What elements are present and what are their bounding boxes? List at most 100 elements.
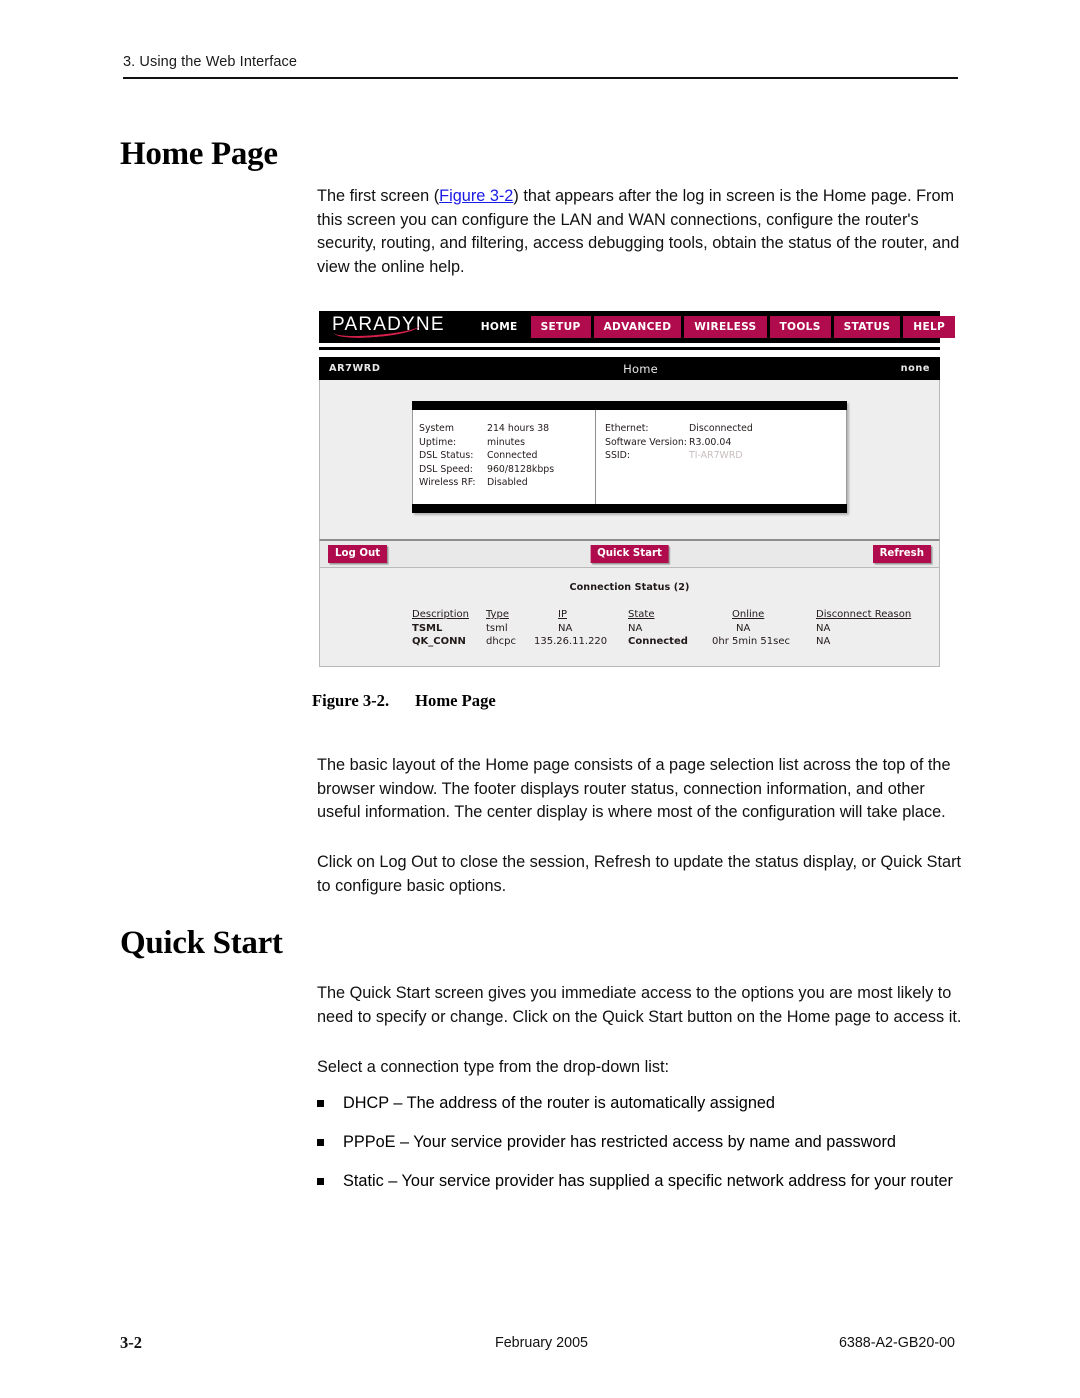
navigation-bar: PARADYNE HOME SETUP ADVANCED WIRELESS TO… xyxy=(319,311,956,343)
status-value: Disabled xyxy=(487,477,528,489)
status-row-ssid: SSID: TI-AR7WRD xyxy=(605,449,838,463)
status-value: 960/8128kbps xyxy=(487,463,555,475)
status-label: Ethernet: xyxy=(605,423,649,434)
nav-item-tools[interactable]: TOOLS xyxy=(769,315,831,338)
cell-description: QK_CONN xyxy=(412,635,466,647)
home-page-intro-paragraph: The first screen (Figure 3-2) that appea… xyxy=(317,185,965,296)
column-header-description: Description xyxy=(412,608,469,620)
main-content-area: System Uptime: 214 hours 38 minutes DSL … xyxy=(319,380,940,539)
table-row: QK_CONN dhcpc 135.26.11.220 Connected 0h… xyxy=(412,635,911,648)
status-row-software-version: Software Version: R3.00.04 xyxy=(605,436,838,450)
sub-header-bar: AR7WRD Home none xyxy=(319,357,940,380)
status-label: SSID: xyxy=(605,450,631,462)
status-panel-inner: System Uptime: 214 hours 38 minutes DSL … xyxy=(412,410,847,504)
home-page-layout-paragraph: The basic layout of the Home page consis… xyxy=(317,754,965,842)
status-label: Wireless RF: xyxy=(419,477,476,489)
status-value: 214 hours 38 minutes xyxy=(487,423,550,448)
paragraph-text-pre: The first screen ( xyxy=(317,187,440,205)
spacer xyxy=(319,350,940,357)
status-value: Disconnected xyxy=(689,423,753,434)
nav-item-setup[interactable]: SETUP xyxy=(530,315,591,338)
status-row-ethernet: Ethernet: Disconnected xyxy=(605,422,838,436)
running-header-text: 3. Using the Web Interface xyxy=(123,54,298,70)
nav-item-home[interactable]: HOME xyxy=(471,316,528,338)
list-item-label: PPPoE – Your service provider has restri… xyxy=(343,1133,896,1151)
quick-start-intro-paragraph: The Quick Start screen gives you immedia… xyxy=(317,982,965,1046)
cell-disconnect-reason: NA xyxy=(816,622,831,634)
cell-type: tsml xyxy=(486,622,508,634)
column-header-disconnect-reason: Disconnect Reason xyxy=(816,608,912,620)
list-item: Static – Your service provider has suppl… xyxy=(317,1170,977,1194)
page-title-quick-start: Quick Start xyxy=(120,925,283,961)
connection-status-section: Connection Status (2) Description Type I… xyxy=(319,567,940,667)
current-page-label: Home xyxy=(623,361,658,376)
status-value: R3.00.04 xyxy=(689,436,732,448)
nav-item-help[interactable]: HELP xyxy=(903,315,956,338)
status-column-right: Ethernet: Disconnected Software Version:… xyxy=(596,410,846,504)
status-label: Software Version: xyxy=(605,436,687,448)
status-row-dsl-status: DSL Status: Connected xyxy=(419,449,587,463)
log-out-button[interactable]: Log Out xyxy=(328,544,388,563)
paradyne-logo: PARADYNE xyxy=(328,314,449,340)
paragraph: Select a connection type from the drop-d… xyxy=(317,1058,670,1076)
column-header-state: State xyxy=(628,608,655,620)
status-row-dsl-speed: DSL Speed: 960/8128kbps xyxy=(419,463,587,477)
cell-state: Connected xyxy=(628,635,688,647)
cell-disconnect-reason: NA xyxy=(816,635,831,647)
figure-caption: Figure 3-2. Home Page xyxy=(312,691,496,711)
cell-online: NA xyxy=(736,622,751,634)
status-row-system-uptime: System Uptime: 214 hours 38 minutes xyxy=(419,422,587,449)
cell-ip: 135.26.11.220 xyxy=(534,635,608,647)
status-column-left: System Uptime: 214 hours 38 minutes DSL … xyxy=(413,410,596,504)
nav-item-wireless[interactable]: WIRELESS xyxy=(684,315,767,338)
cell-type: dhcpc xyxy=(486,635,517,647)
bullet-square-icon xyxy=(317,1139,324,1146)
footer-page-number: 3-2 xyxy=(120,1333,142,1352)
status-label: System Uptime: xyxy=(419,423,457,448)
paragraph: The first screen (Figure 3-2) that appea… xyxy=(317,185,965,279)
status-label: DSL Status: xyxy=(419,450,474,462)
cell-ip: NA xyxy=(558,622,573,634)
status-row-wireless-rf: Wireless RF: Disabled xyxy=(419,476,587,490)
footer-document-number: 6388-A2-GB20-00 xyxy=(838,1335,955,1351)
footer-date: February 2005 xyxy=(495,1335,588,1351)
page-title-home-page: Home Page xyxy=(120,136,278,172)
quick-start-button[interactable]: Quick Start xyxy=(590,544,669,563)
connection-status-title: Connection Status (2) xyxy=(569,581,690,593)
cell-state: NA xyxy=(628,622,643,634)
paradyne-logo-text: PARADYNE xyxy=(332,314,445,335)
nav-item-status[interactable]: STATUS xyxy=(833,315,901,338)
column-header-ip: IP xyxy=(558,608,567,620)
status-label: DSL Speed: xyxy=(419,463,473,475)
figure-cross-reference-link[interactable]: Figure 3-2 xyxy=(439,187,513,205)
running-header: 3. Using the Web Interface xyxy=(123,54,958,79)
list-item-label: Static – Your service provider has suppl… xyxy=(343,1172,953,1190)
device-model-label: AR7WRD xyxy=(329,363,381,374)
quick-start-select-paragraph: Select a connection type from the drop-d… xyxy=(317,1056,965,1097)
nav-item-advanced[interactable]: ADVANCED xyxy=(593,315,682,338)
figure-caption-text: Home Page xyxy=(415,691,496,710)
connection-status-table: Description Type IP State Online Disconn… xyxy=(412,609,911,648)
panel-bottom-bar xyxy=(412,503,847,513)
status-summary-panel: System Uptime: 214 hours 38 minutes DSL … xyxy=(412,401,847,513)
header-rule xyxy=(123,77,958,79)
paragraph: Click on Log Out to close the session, R… xyxy=(317,853,962,895)
status-value: Connected xyxy=(487,450,538,462)
table-header-row: Description Type IP State Online Disconn… xyxy=(412,609,911,622)
home-page-buttons-paragraph: Click on Log Out to close the session, R… xyxy=(317,851,965,915)
figure-caption-label: Figure 3-2. xyxy=(312,691,390,710)
paragraph: The basic layout of the Home page consis… xyxy=(317,756,951,821)
cell-online: 0hr 5min 51sec xyxy=(712,635,790,647)
current-user-label: none xyxy=(900,363,930,374)
column-header-type: Type xyxy=(486,608,509,620)
paragraph: The Quick Start screen gives you immedia… xyxy=(317,984,962,1026)
list-item: PPPoE – Your service provider has restri… xyxy=(317,1131,977,1155)
cell-description: TSML xyxy=(412,622,443,634)
refresh-button[interactable]: Refresh xyxy=(872,544,931,563)
list-item: DHCP – The address of the router is auto… xyxy=(317,1092,977,1116)
bullet-square-icon xyxy=(317,1100,324,1107)
status-value: TI-AR7WRD xyxy=(689,450,743,462)
table-row: TSML tsml NA NA NA NA xyxy=(412,622,911,635)
bullet-square-icon xyxy=(317,1178,324,1185)
list-item-label: DHCP – The address of the router is auto… xyxy=(343,1094,775,1112)
